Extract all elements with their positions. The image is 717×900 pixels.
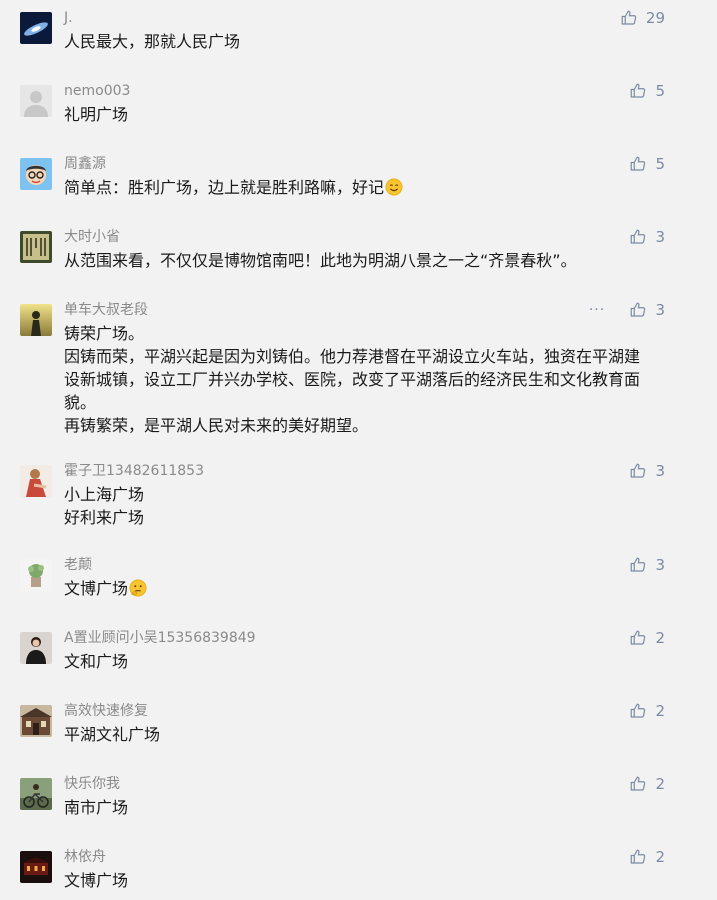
commenter-name[interactable]: J.: [64, 8, 73, 28]
like-button[interactable]: 3: [629, 300, 665, 320]
like-count: 3: [655, 228, 665, 246]
like-count: 29: [645, 9, 665, 27]
commenter-name[interactable]: 老颠: [64, 555, 92, 575]
commenter-name[interactable]: A置业顾问小吴15356839849: [64, 628, 256, 648]
like-button[interactable]: 3: [629, 461, 665, 481]
comment-text: 平湖文礼广场: [64, 723, 664, 746]
comment-line: 铸荣广场。: [64, 324, 145, 343]
like-count: 5: [655, 82, 665, 100]
comment-line: 人民最大，那就人民广场: [64, 32, 241, 51]
comment-line-text: 简单点：胜利广场，边上就是胜利路嘛，好记: [64, 178, 385, 197]
thumbs-up-icon: [631, 156, 646, 171]
like-button[interactable]: 5: [629, 81, 665, 101]
comment-text: 文和广场: [64, 650, 664, 673]
comment-text: 从范围来看，不仅仅是博物馆南吧！此地为明湖八景之一之“齐景春秋”。: [64, 249, 664, 272]
user-avatar[interactable]: [20, 465, 52, 497]
like-button[interactable]: 29: [620, 8, 665, 28]
comment-line: 文和广场: [64, 652, 129, 671]
thumbs-up-icon: [631, 630, 646, 645]
thumbs-up-icon: [631, 302, 646, 317]
comment-text: 文博广场: [64, 869, 664, 892]
thumbs-up-icon: [631, 703, 646, 718]
like-button[interactable]: 2: [629, 628, 665, 648]
user-avatar[interactable]: [20, 85, 52, 117]
comment-line: 小上海广场: [64, 485, 145, 504]
commenter-name[interactable]: 霍子卫13482611853: [64, 461, 204, 481]
thumbs-up-icon: [631, 463, 646, 478]
user-avatar[interactable]: [20, 231, 52, 263]
comment-text: 人民最大，那就人民广场: [64, 30, 664, 53]
user-avatar[interactable]: [20, 778, 52, 810]
like-button[interactable]: 3: [629, 227, 665, 247]
like-button[interactable]: 3: [629, 555, 665, 575]
like-count: 5: [655, 155, 665, 173]
user-avatar[interactable]: [20, 12, 52, 44]
comment-line: 貌。: [64, 393, 97, 412]
thinking-emoji-icon: [129, 579, 147, 597]
commenter-name[interactable]: 林依舟: [64, 847, 106, 867]
comment-line: 设新城镇，设立工厂并兴办学校、医院，改变了平湖落后的经济民生和文化教育面: [64, 370, 641, 389]
comment-text: 小上海广场 好利来广场: [64, 483, 664, 529]
thumbs-up-icon: [631, 229, 646, 244]
comment-line: 文博广场: [64, 871, 129, 890]
user-avatar[interactable]: [20, 559, 52, 591]
like-count: 2: [655, 775, 665, 793]
like-button[interactable]: 2: [629, 774, 665, 794]
commenter-name[interactable]: 高效快速修复: [64, 701, 148, 721]
user-avatar[interactable]: [20, 304, 52, 336]
comment-line: 因铸而荣，平湖兴起是因为刘铸伯。他力荐港督在平湖设立火车站，独资在平湖建: [64, 347, 641, 366]
comment-text: 礼明广场: [64, 103, 664, 126]
comment-text: 文博广场: [64, 577, 664, 600]
thumbs-up-icon: [631, 776, 646, 791]
comment-line: 礼明广场: [64, 105, 129, 124]
more-options-icon[interactable]: ···: [585, 300, 609, 320]
comment-line: 好利来广场: [64, 508, 145, 527]
smiling-emoji-icon: [385, 178, 403, 196]
comment-text: 铸荣广场。 因铸而荣，平湖兴起是因为刘铸伯。他力荐港督在平湖设立火车站，独资在平…: [64, 322, 664, 437]
like-count: 2: [655, 629, 665, 647]
like-button[interactable]: 2: [629, 701, 665, 721]
commenter-name[interactable]: 快乐你我: [64, 774, 120, 794]
thumbs-up-icon: [631, 849, 646, 864]
comment-line: 再铸繁荣，是平湖人民对未来的美好期望。: [64, 416, 369, 435]
comment-line-text: 文博广场: [64, 579, 129, 598]
user-avatar[interactable]: [20, 632, 52, 664]
like-count: 3: [655, 556, 665, 574]
thumbs-up-icon: [621, 10, 637, 25]
comment-text: 南市广场: [64, 796, 664, 819]
commenter-name[interactable]: 周鑫源: [64, 154, 106, 174]
like-count: 2: [655, 848, 665, 866]
comment-line: 平湖文礼广场: [64, 725, 161, 744]
comment-line: 南市广场: [64, 798, 129, 817]
like-count: 3: [655, 301, 665, 319]
commenter-name[interactable]: 单车大叔老段: [64, 300, 148, 320]
like-button[interactable]: 5: [629, 154, 665, 174]
user-avatar[interactable]: [20, 158, 52, 190]
thumbs-up-icon: [631, 83, 646, 98]
comment-line: 文博广场: [64, 577, 664, 600]
thumbs-up-icon: [631, 557, 646, 572]
like-count: 2: [655, 702, 665, 720]
like-button[interactable]: 2: [629, 847, 665, 867]
commenter-name[interactable]: nemo003: [64, 81, 130, 101]
user-avatar[interactable]: [20, 851, 52, 883]
comment-text: 简单点：胜利广场，边上就是胜利路嘛，好记: [64, 176, 664, 199]
like-count: 3: [655, 462, 665, 480]
user-avatar[interactable]: [20, 705, 52, 737]
comment-line: 简单点：胜利广场，边上就是胜利路嘛，好记: [64, 176, 664, 199]
comment-line: 从范围来看，不仅仅是博物馆南吧！此地为明湖八景之一之“齐景春秋”。: [64, 251, 577, 270]
commenter-name[interactable]: 大时小省: [64, 227, 120, 247]
